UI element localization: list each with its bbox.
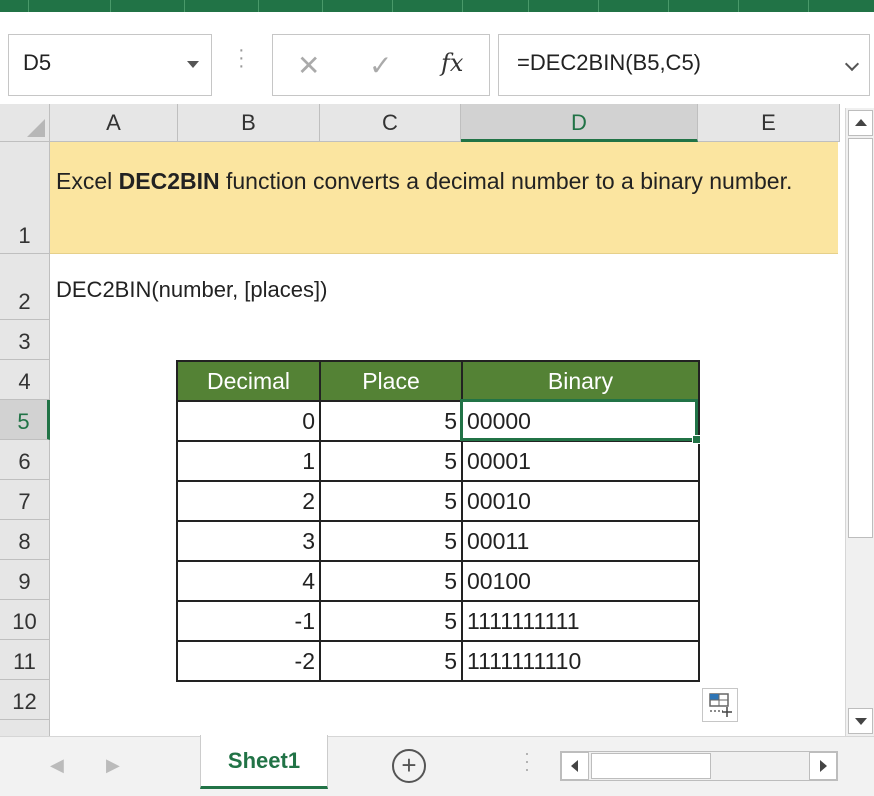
scroll-down-button[interactable] xyxy=(848,708,873,734)
drag-handle-icon[interactable]: · · · xyxy=(238,40,245,76)
header-decimal[interactable]: Decimal xyxy=(176,360,321,402)
column-header-d[interactable]: D xyxy=(461,104,698,142)
table-header-row: Decimal Place Binary xyxy=(176,360,700,402)
place-cell[interactable]: 5 xyxy=(319,600,463,642)
split-handle-icon[interactable]: · · · xyxy=(524,744,530,778)
table-row: 0 5 00000 xyxy=(176,400,700,442)
column-header-b[interactable]: B xyxy=(178,104,320,142)
row-header-1[interactable]: 1 xyxy=(0,142,50,254)
place-cell[interactable]: 5 xyxy=(319,560,463,602)
row-header-3[interactable]: 3 xyxy=(0,320,50,360)
name-box[interactable]: D5 xyxy=(8,34,212,96)
table-row: -2 5 1111111110 xyxy=(176,640,700,682)
header-binary[interactable]: Binary xyxy=(461,360,700,402)
cancel-icon[interactable]: ✕ xyxy=(297,49,320,82)
binary-cell[interactable]: 00100 xyxy=(461,560,700,602)
vertical-scrollbar[interactable] xyxy=(845,108,874,736)
binary-cell[interactable]: 1111111111 xyxy=(461,600,700,642)
row-header-8[interactable]: 8 xyxy=(0,520,50,560)
place-cell[interactable]: 5 xyxy=(319,520,463,562)
ribbon-strip xyxy=(0,0,874,12)
sheet-tab-bar: ◀ ▶ Sheet1 + · · · xyxy=(0,735,874,796)
row-header-13[interactable] xyxy=(0,720,50,736)
formula-text: =DEC2BIN(B5,C5) xyxy=(517,50,702,75)
scroll-up-button[interactable] xyxy=(848,110,873,136)
next-sheet-icon[interactable]: ▶ xyxy=(106,755,120,776)
sheet-title[interactable]: Excel DEC2BIN function converts a decima… xyxy=(56,162,826,200)
formula-input[interactable]: =DEC2BIN(B5,C5) xyxy=(498,34,870,96)
row-header-12[interactable]: 12 xyxy=(0,680,50,720)
fill-handle[interactable] xyxy=(692,435,701,444)
column-header-e[interactable]: E xyxy=(698,104,840,142)
row-header-7[interactable]: 7 xyxy=(0,480,50,520)
scroll-right-icon xyxy=(820,760,827,772)
formula-bar: D5 · · · ✕ ✓ fx =DEC2BIN(B5,C5) xyxy=(0,12,874,104)
place-cell[interactable]: 5 xyxy=(319,480,463,522)
table-row: -1 5 1111111111 xyxy=(176,600,700,642)
table-row: 2 5 00010 xyxy=(176,480,700,522)
chevron-down-icon[interactable] xyxy=(187,61,199,68)
decimal-cell[interactable]: 2 xyxy=(176,480,321,522)
header-place[interactable]: Place xyxy=(319,360,463,402)
syntax-cell[interactable]: DEC2BIN(number, [places]) xyxy=(56,277,327,303)
row-header-6[interactable]: 6 xyxy=(0,440,50,480)
decimal-cell[interactable]: -1 xyxy=(176,600,321,642)
quick-analysis-icon[interactable] xyxy=(702,688,738,722)
insert-function-icon[interactable]: fx xyxy=(441,49,463,77)
decimal-cell[interactable]: 3 xyxy=(176,520,321,562)
column-header-a[interactable]: A xyxy=(50,104,178,142)
column-header-c[interactable]: C xyxy=(320,104,461,142)
scroll-up-icon xyxy=(855,119,867,126)
name-box-value: D5 xyxy=(23,50,52,75)
table-row: 4 5 00100 xyxy=(176,560,700,602)
enter-check-icon[interactable]: ✓ xyxy=(369,49,392,82)
tab-sheet1[interactable]: Sheet1 xyxy=(200,735,328,789)
place-cell[interactable]: 5 xyxy=(319,440,463,482)
add-sheet-icon[interactable]: + xyxy=(392,749,426,783)
place-cell[interactable]: 5 xyxy=(319,640,463,682)
decimal-cell[interactable]: 4 xyxy=(176,560,321,602)
data-table: Decimal Place Binary 0 5 00000 1 5 00001… xyxy=(176,360,700,682)
binary-cell[interactable]: 00001 xyxy=(461,440,700,482)
place-cell[interactable]: 5 xyxy=(319,400,463,442)
select-all-button[interactable] xyxy=(0,104,50,142)
binary-cell[interactable]: 00000 xyxy=(461,400,700,442)
scroll-left-icon xyxy=(571,760,578,772)
row-header-11[interactable]: 11 xyxy=(0,640,50,680)
formula-buttons: ✕ ✓ fx xyxy=(272,34,490,96)
decimal-cell[interactable]: -2 xyxy=(176,640,321,682)
binary-cell[interactable]: 00010 xyxy=(461,480,700,522)
decimal-cell[interactable]: 0 xyxy=(176,400,321,442)
table-row: 1 5 00001 xyxy=(176,440,700,482)
vertical-scroll-thumb[interactable] xyxy=(848,138,873,538)
row-header-2[interactable]: 2 xyxy=(0,254,50,320)
binary-cell[interactable]: 1111111110 xyxy=(461,640,700,682)
table-row: 3 5 00011 xyxy=(176,520,700,562)
row-header-5[interactable]: 5 xyxy=(0,400,50,440)
row-header-4[interactable]: 4 xyxy=(0,360,50,400)
prev-sheet-icon[interactable]: ◀ xyxy=(50,755,64,776)
worksheet-grid[interactable]: A B C D E 1 2 3 4 5 6 7 8 9 10 11 12 Exc… xyxy=(0,104,874,736)
row-header-9[interactable]: 9 xyxy=(0,560,50,600)
binary-cell[interactable]: 00011 xyxy=(461,520,700,562)
horizontal-scroll-thumb[interactable] xyxy=(591,753,711,779)
decimal-cell[interactable]: 1 xyxy=(176,440,321,482)
scroll-right-button[interactable] xyxy=(809,752,837,780)
scroll-down-icon xyxy=(855,718,867,725)
row-header-10[interactable]: 10 xyxy=(0,600,50,640)
horizontal-scrollbar[interactable] xyxy=(560,751,838,781)
expand-formula-icon[interactable] xyxy=(844,56,860,72)
scroll-left-button[interactable] xyxy=(561,752,589,780)
